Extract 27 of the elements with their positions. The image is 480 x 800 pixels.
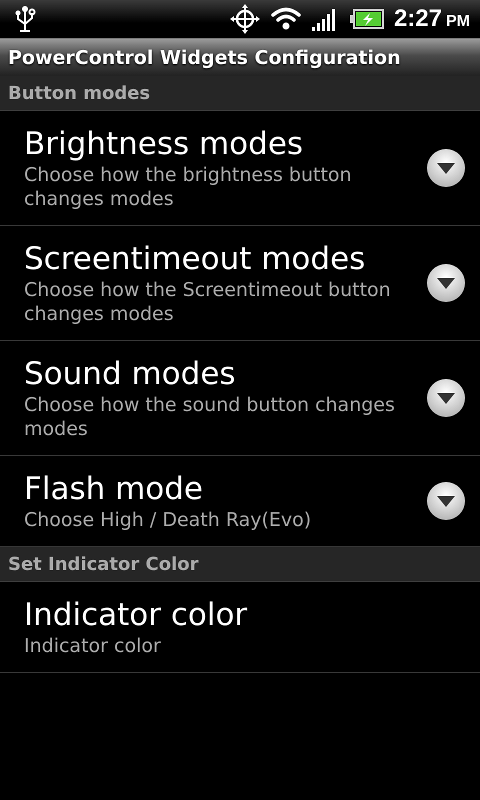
clock-ampm: PM <box>446 13 470 31</box>
section-title: Set Indicator Color <box>8 554 199 574</box>
preference-title: Flash mode <box>24 470 204 508</box>
preference-summary: Choose High / Death Ray(Evo) <box>24 508 312 532</box>
gps-icon <box>230 4 260 34</box>
preference-title: Sound modes <box>24 355 237 393</box>
battery-icon <box>350 9 384 29</box>
dropdown-icon[interactable] <box>426 148 466 188</box>
wifi-icon <box>270 6 302 32</box>
preference-item[interactable]: Brightness modes Choose how the brightness button changes modes <box>0 111 480 226</box>
dropdown-icon[interactable] <box>426 481 466 521</box>
window-title: PowerControl Widgets Configuration <box>8 46 401 68</box>
section-title: Button modes <box>8 82 150 104</box>
preference-title: Brightness modes <box>24 125 304 163</box>
dropdown-icon[interactable] <box>426 378 466 418</box>
usb-icon <box>14 5 36 33</box>
preference-item[interactable]: Indicator color Indicator color <box>0 582 480 673</box>
preference-item[interactable]: Sound modes Choose how the sound button changes modes <box>0 341 480 456</box>
preference-title: Indicator color <box>24 596 248 634</box>
preference-summary: Choose how the brightness button changes modes <box>24 163 353 211</box>
preference-summary: Choose how the sound button changes modes <box>24 393 396 441</box>
preference-title: Screentimeout modes <box>24 240 366 278</box>
preference-summary: Choose how the Screentimeout button changes modes <box>24 278 392 326</box>
preference-summary: Indicator color <box>24 634 162 658</box>
dropdown-icon[interactable] <box>426 263 466 303</box>
preference-item[interactable]: Screentimeout modes Choose how the Screentimeout button changes modes <box>0 226 480 341</box>
clock-time: 2:27 <box>394 5 442 33</box>
